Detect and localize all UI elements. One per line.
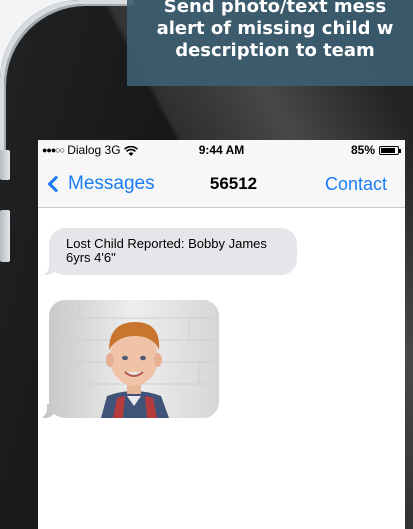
battery-percent: 85% xyxy=(350,143,375,157)
caption-line: Send photo/text mess xyxy=(163,0,387,17)
caption-line: alert of missing child w xyxy=(156,18,394,39)
navigation-bar: Messages 56512 Contact xyxy=(38,160,405,208)
bubble-tail xyxy=(40,261,60,275)
phone-screen: ●●●○○ Dialog 3G 9:44 AM 85% Messages 565… xyxy=(38,140,405,529)
child-photo xyxy=(49,300,219,418)
caption-box: Send photo/text mess alert of missing ch… xyxy=(127,0,413,86)
contact-button[interactable]: Contact xyxy=(325,174,387,195)
status-time: 9:44 AM xyxy=(198,143,245,157)
phone-frame: ●●●○○ Dialog 3G 9:44 AM 85% Messages 565… xyxy=(0,0,413,529)
mute-switch xyxy=(0,150,10,180)
status-right: 85% xyxy=(350,143,401,157)
message-text: Lost Child Reported: Bobby James 6yrs 4'… xyxy=(66,236,267,265)
volume-button xyxy=(0,210,10,262)
battery-icon xyxy=(379,145,401,155)
caption-line: description to team xyxy=(175,40,375,61)
status-bar: ●●●○○ Dialog 3G 9:44 AM 85% xyxy=(38,140,405,160)
battery-fill xyxy=(381,147,395,153)
child-photo-attachment[interactable] xyxy=(49,300,219,418)
incoming-message-bubble[interactable]: Lost Child Reported: Bobby James 6yrs 4'… xyxy=(40,228,297,275)
